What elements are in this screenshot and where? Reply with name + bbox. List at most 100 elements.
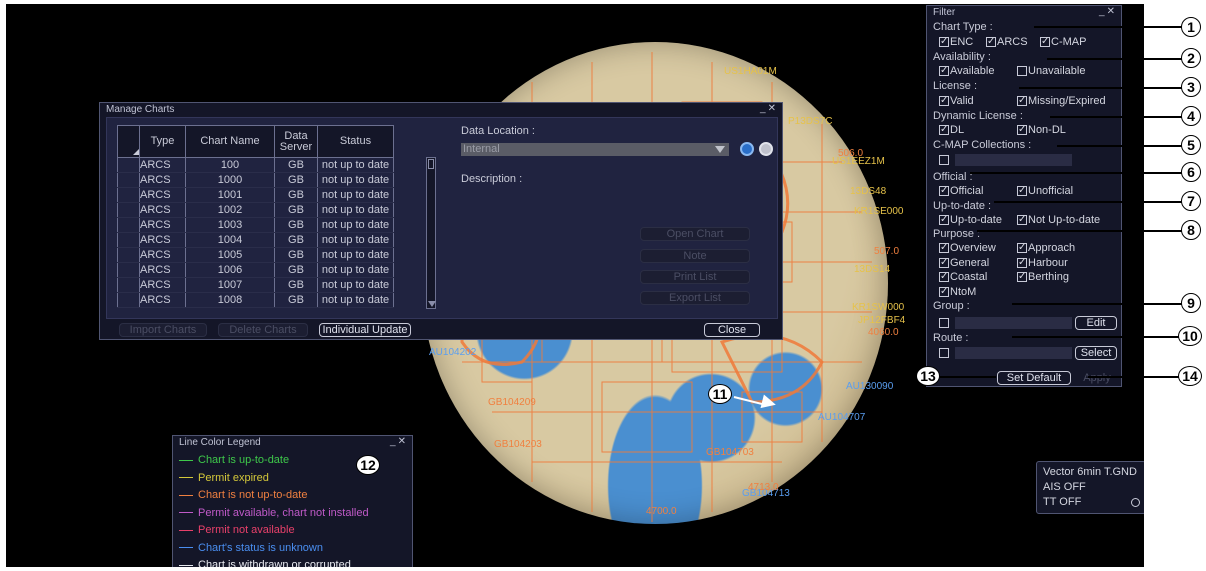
group-label: Group :	[933, 300, 970, 312]
column-header[interactable]: Status	[317, 125, 394, 158]
column-header[interactable]: Chart Name	[185, 125, 275, 158]
close-button[interactable]: Close	[704, 323, 760, 337]
window-controls[interactable]: _✕	[760, 103, 778, 114]
official-checkbox[interactable]: ✓ Official	[939, 185, 983, 197]
checkbox-label: Coastal	[950, 271, 988, 283]
row-marker[interactable]	[117, 232, 140, 248]
table-row[interactable]: ARCS 1002 GB not up to date	[117, 202, 394, 218]
table-row[interactable]: ARCS 1008 GB not up to date	[117, 292, 394, 308]
delete-charts-button[interactable]: Delete Charts	[218, 323, 308, 337]
official-label: Official :	[933, 171, 973, 183]
edit-button[interactable]: Edit	[1075, 316, 1117, 330]
row-marker[interactable]	[117, 262, 140, 278]
cmap-checkbox[interactable]: ✓ C-MAP	[1040, 36, 1086, 48]
refresh-icon[interactable]	[740, 142, 754, 156]
unavailable-checkbox[interactable]: Unavailable	[1017, 65, 1085, 77]
row-marker[interactable]	[117, 277, 140, 293]
data-location-select[interactable]: Internal	[461, 143, 729, 156]
up-to-date-checkbox[interactable]: ✓ Up-to-date	[939, 214, 1002, 226]
missing-expired-checkbox[interactable]: ✓ Missing/Expired	[1017, 95, 1106, 107]
route-label: Route :	[933, 332, 969, 344]
scroll-down-icon[interactable]	[428, 301, 436, 307]
approach-checkbox[interactable]: ✓ Approach	[1017, 242, 1075, 254]
column-header[interactable]: Type	[139, 125, 186, 158]
row-marker[interactable]	[117, 247, 140, 263]
route-checkbox[interactable]	[939, 348, 950, 358]
row-marker[interactable]	[117, 157, 140, 173]
callout-number: 9	[1181, 293, 1201, 313]
set-default-button[interactable]: Set Default	[997, 371, 1071, 385]
berthing-checkbox[interactable]: ✓ Berthing	[1017, 271, 1069, 283]
unofficial-checkbox[interactable]: ✓ Unofficial	[1017, 185, 1073, 197]
table-cell: not up to date	[317, 292, 394, 308]
arcs-checkbox[interactable]: ✓ ARCS	[986, 36, 1028, 48]
table-row[interactable]: ARCS 1001 GB not up to date	[117, 187, 394, 203]
checkmark-icon: ✓	[1017, 257, 1027, 268]
table-cell: 1008	[185, 292, 275, 308]
table-row[interactable]: ARCS 1007 GB not up to date	[117, 277, 394, 293]
legend-line-swatch	[179, 494, 193, 496]
legend-item: Permit available, chart not installed	[179, 507, 369, 519]
valid-checkbox[interactable]: ✓ Valid	[939, 95, 974, 107]
route-select[interactable]	[955, 347, 1072, 359]
checkmark-icon: ✓	[939, 65, 949, 76]
checkbox-label: NtoM	[950, 286, 977, 298]
table-row[interactable]: ARCS 100 GB not up to date	[117, 157, 394, 173]
table-row[interactable]: ARCS 1005 GB not up to date	[117, 247, 394, 263]
apply-button[interactable]: Apply	[1077, 371, 1117, 385]
dl-checkbox[interactable]: ✓ DL	[939, 124, 964, 136]
select-all-corner[interactable]	[117, 125, 140, 158]
table-cell: ARCS	[139, 247, 186, 263]
legend-label: Permit not available	[198, 524, 295, 536]
table-row[interactable]: ARCS 1000 GB not up to date	[117, 172, 394, 188]
callout-number: 12	[356, 455, 380, 475]
row-marker[interactable]	[117, 172, 140, 188]
chart-label: US1HA01M	[724, 66, 777, 77]
row-marker[interactable]	[117, 292, 140, 308]
group-select[interactable]	[955, 317, 1072, 329]
individual-update-button[interactable]: Individual Update	[319, 323, 411, 337]
import-charts-button[interactable]: Import Charts	[119, 323, 207, 337]
row-marker[interactable]	[117, 187, 140, 203]
harbour-checkbox[interactable]: ✓ Harbour	[1017, 257, 1068, 269]
window-controls[interactable]: _✕	[1099, 6, 1117, 17]
checkmark-icon: ✓	[1017, 124, 1027, 135]
column-header[interactable]: Data Server	[274, 125, 318, 158]
group-checkbox[interactable]	[939, 318, 950, 328]
overview-checkbox[interactable]: ✓ Overview	[939, 242, 996, 254]
cmap-collections-select[interactable]	[955, 154, 1072, 166]
status-indicator-icon[interactable]	[1131, 498, 1140, 507]
checkmark-icon: ✓	[939, 257, 949, 268]
non-dl-checkbox[interactable]: ✓ Non-DL	[1017, 124, 1066, 136]
not-up-to-date-checkbox[interactable]: ✓ Not Up-to-date	[1017, 214, 1100, 226]
cmap-collections-checkbox[interactable]	[939, 155, 950, 165]
coastal-checkbox[interactable]: ✓ Coastal	[939, 271, 987, 283]
chart-label: AU104707	[818, 412, 866, 423]
open-chart-button[interactable]: Open Chart	[640, 227, 750, 241]
table-row[interactable]: ARCS 1004 GB not up to date	[117, 232, 394, 248]
table-row[interactable]: ARCS 1003 GB not up to date	[117, 217, 394, 233]
checkbox-label: Valid	[950, 95, 974, 107]
chart-label: AU130090	[846, 381, 894, 392]
chart-label: 506.0	[838, 148, 864, 159]
row-marker[interactable]	[117, 217, 140, 233]
window-controls[interactable]: _✕	[390, 436, 408, 447]
print-list-button[interactable]: Print List	[640, 270, 750, 284]
table-cell: GB	[274, 172, 318, 188]
ntom-checkbox[interactable]: ✓ NtoM	[939, 286, 976, 298]
row-marker[interactable]	[117, 202, 140, 218]
enc-checkbox[interactable]: ✓ ENC	[939, 36, 973, 48]
chart-list-table: Type Chart Name Data Server Status ARCS 1…	[117, 125, 394, 308]
select-button[interactable]: Select	[1075, 346, 1117, 360]
export-list-button[interactable]: Export List	[640, 291, 750, 305]
checkbox-label: Approach	[1028, 242, 1076, 254]
table-scrollbar[interactable]	[426, 157, 436, 309]
disk-icon[interactable]	[759, 142, 773, 156]
table-row[interactable]: ARCS 1006 GB not up to date	[117, 262, 394, 278]
chart-type-label: Chart Type :	[933, 21, 993, 33]
callout-number: 4	[1181, 106, 1201, 126]
general-checkbox[interactable]: ✓ General	[939, 257, 989, 269]
available-checkbox[interactable]: ✓ Available	[939, 65, 994, 77]
note-button[interactable]: Note	[640, 249, 750, 263]
scrollbar-thumb[interactable]	[428, 159, 434, 169]
